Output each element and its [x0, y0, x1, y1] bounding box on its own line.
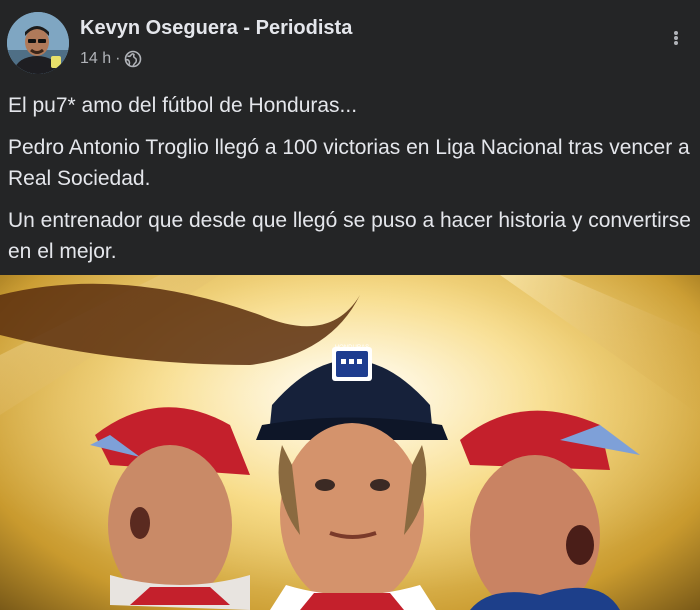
post-header: Kevyn Oseguera - Periodista 14 h · [0, 0, 700, 80]
avatar[interactable] [7, 12, 69, 74]
post-text: El pu7* amo del fútbol de Honduras... Pe… [8, 90, 692, 278]
facebook-post: Kevyn Oseguera - Periodista 14 h · El pu… [0, 0, 700, 610]
post-time[interactable]: 14 h [80, 50, 111, 68]
coach-collage-image: HONDURAS [0, 275, 700, 610]
post-image[interactable]: HONDURAS [0, 275, 700, 610]
meta-separator: · [115, 50, 121, 67]
avatar-image [7, 12, 69, 74]
post-meta: 14 h · [80, 50, 142, 68]
post-paragraph: Un entrenador que desde que llegó se pus… [8, 209, 691, 263]
author-name[interactable]: Kevyn Oseguera - Periodista [80, 17, 352, 40]
globe-icon [125, 50, 142, 68]
more-options-icon[interactable] [664, 26, 688, 50]
cap-text: HONDURAS [335, 345, 369, 351]
post-paragraph: Pedro Antonio Troglio llegó a 100 victor… [8, 136, 690, 190]
post-paragraph: El pu7* amo del fútbol de Honduras... [8, 94, 358, 117]
